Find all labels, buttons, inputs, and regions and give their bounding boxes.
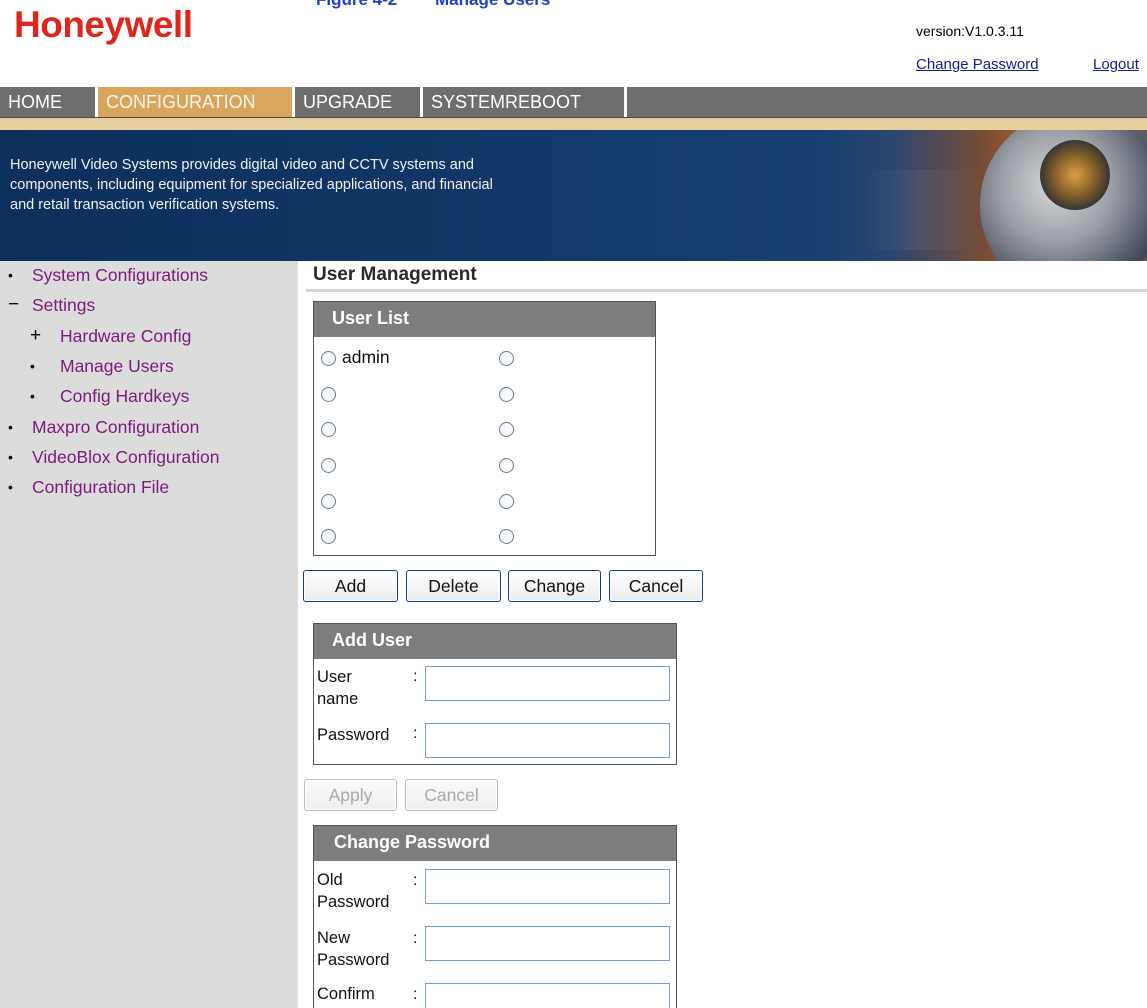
sidebar-item-configuration-file[interactable]: • Configuration File: [8, 473, 169, 501]
banner-text: Honeywell Video Systems provides digital…: [10, 155, 620, 215]
user-radio[interactable]: [321, 458, 336, 473]
tab-systemreboot[interactable]: SYSTEMREBOOT: [423, 87, 627, 117]
user-list-panel: User List: [313, 301, 656, 556]
change-password-panel: Change Password: [313, 825, 677, 1008]
add-button[interactable]: Add: [303, 570, 398, 602]
camera-lens-image: [1040, 140, 1110, 210]
user-radio[interactable]: [321, 351, 336, 366]
new-password-input[interactable]: [425, 926, 670, 961]
sidebar-item-config-hardkeys[interactable]: • Config Hardkeys: [30, 382, 189, 410]
sidebar-item-settings[interactable]: − Settings: [8, 291, 95, 319]
apply-button[interactable]: Apply: [304, 779, 397, 811]
colon: :: [413, 725, 418, 742]
user-radio[interactable]: [499, 351, 514, 366]
user-radio[interactable]: [321, 494, 336, 509]
user-radio[interactable]: [321, 422, 336, 437]
user-radio[interactable]: [321, 529, 336, 544]
colon: :: [413, 872, 418, 889]
version-label: version:V1.0.3.11: [916, 23, 1024, 39]
tab-home[interactable]: HOME: [0, 87, 98, 117]
banner: Honeywell Video Systems provides digital…: [0, 130, 1147, 261]
bullet-icon: •: [30, 388, 35, 404]
honeywell-logo: Honeywell: [14, 4, 193, 45]
nav-accent-strip: [0, 118, 1147, 130]
main-nav: HOME CONFIGURATION UPGRADE SYSTEMREBOOT: [0, 87, 1147, 118]
delete-button[interactable]: Delete: [406, 570, 501, 602]
colon: :: [413, 930, 418, 947]
user-name-label: admin: [342, 347, 390, 367]
colon: :: [413, 668, 418, 685]
sidebar: • System Configurations − Settings + Hardwa…: [0, 261, 298, 1008]
old-password-label: Password: [317, 893, 390, 911]
sidebar-item-label: Hardware Config: [60, 326, 192, 346]
sidebar-item-label: System Configurations: [32, 265, 209, 285]
sidebar-item-videoblox-configuration[interactable]: • VideoBlox Configuration: [8, 443, 219, 471]
user-radio[interactable]: [499, 387, 514, 402]
collapse-icon: −: [8, 294, 20, 315]
panel-heading: Add User: [314, 624, 676, 659]
bullet-icon: •: [8, 419, 13, 435]
sidebar-item-label: Configuration File: [32, 477, 170, 497]
sidebar-item-system-configurations[interactable]: • System Configurations: [8, 261, 208, 289]
confirm-password-label: Confirm: [317, 985, 375, 1003]
bullet-icon: •: [8, 479, 13, 495]
username-input[interactable]: [425, 666, 670, 701]
new-password-label: New: [317, 929, 351, 947]
page-title: User Management: [313, 264, 477, 285]
panel-heading: Change Password: [314, 826, 676, 861]
username-label: name: [317, 690, 359, 708]
sidebar-item-label: Config Hardkeys: [60, 386, 190, 406]
password-label: Password: [317, 726, 390, 744]
sidebar-item-hardware-config[interactable]: + Hardware Config: [30, 322, 191, 350]
bullet-icon: •: [30, 358, 35, 374]
banner-line: and retail transaction verification syst…: [10, 197, 280, 213]
bullet-icon: •: [8, 267, 13, 283]
add-cancel-button[interactable]: Cancel: [405, 779, 498, 811]
cancel-button[interactable]: Cancel: [609, 570, 703, 602]
old-password-label: Old: [317, 871, 343, 889]
divider: [306, 289, 1147, 292]
confirm-password-input[interactable]: [425, 983, 670, 1008]
user-radio[interactable]: [499, 458, 514, 473]
figure-caption: Figure 4-2 Manage Users: [316, 0, 550, 10]
banner-line: components, including equipment for spec…: [10, 177, 493, 193]
panel-heading: User List: [314, 302, 655, 337]
user-radio[interactable]: [321, 387, 336, 402]
change-password-link[interactable]: Change Password: [916, 56, 1039, 73]
colon: :: [413, 986, 418, 1003]
sidebar-item-maxpro-configuration[interactable]: • Maxpro Configuration: [8, 413, 199, 441]
sidebar-item-manage-users[interactable]: • Manage Users: [30, 352, 174, 380]
sidebar-item-label: Manage Users: [60, 356, 174, 376]
user-radio[interactable]: [499, 529, 514, 544]
tab-upgrade[interactable]: UPGRADE: [295, 87, 423, 117]
sidebar-item-label: VideoBlox Configuration: [32, 447, 220, 467]
logout-link[interactable]: Logout: [1093, 56, 1139, 73]
page: Figure 4-2 Manage Users Honeywell versio…: [0, 0, 1147, 1008]
sidebar-item-label: Settings: [32, 295, 96, 315]
banner-line: Honeywell Video Systems provides digital…: [10, 157, 474, 173]
username-label: User: [317, 668, 352, 686]
user-radio[interactable]: [499, 494, 514, 509]
tab-configuration[interactable]: CONFIGURATION: [98, 87, 295, 117]
banner-decor: [860, 170, 980, 250]
change-button[interactable]: Change: [508, 570, 601, 602]
bullet-icon: •: [8, 449, 13, 465]
expand-icon: +: [30, 325, 42, 346]
new-password-label: Password: [317, 951, 390, 969]
user-radio[interactable]: [499, 422, 514, 437]
sidebar-item-label: Maxpro Configuration: [32, 417, 200, 437]
password-input[interactable]: [425, 723, 670, 758]
old-password-input[interactable]: [425, 869, 670, 904]
